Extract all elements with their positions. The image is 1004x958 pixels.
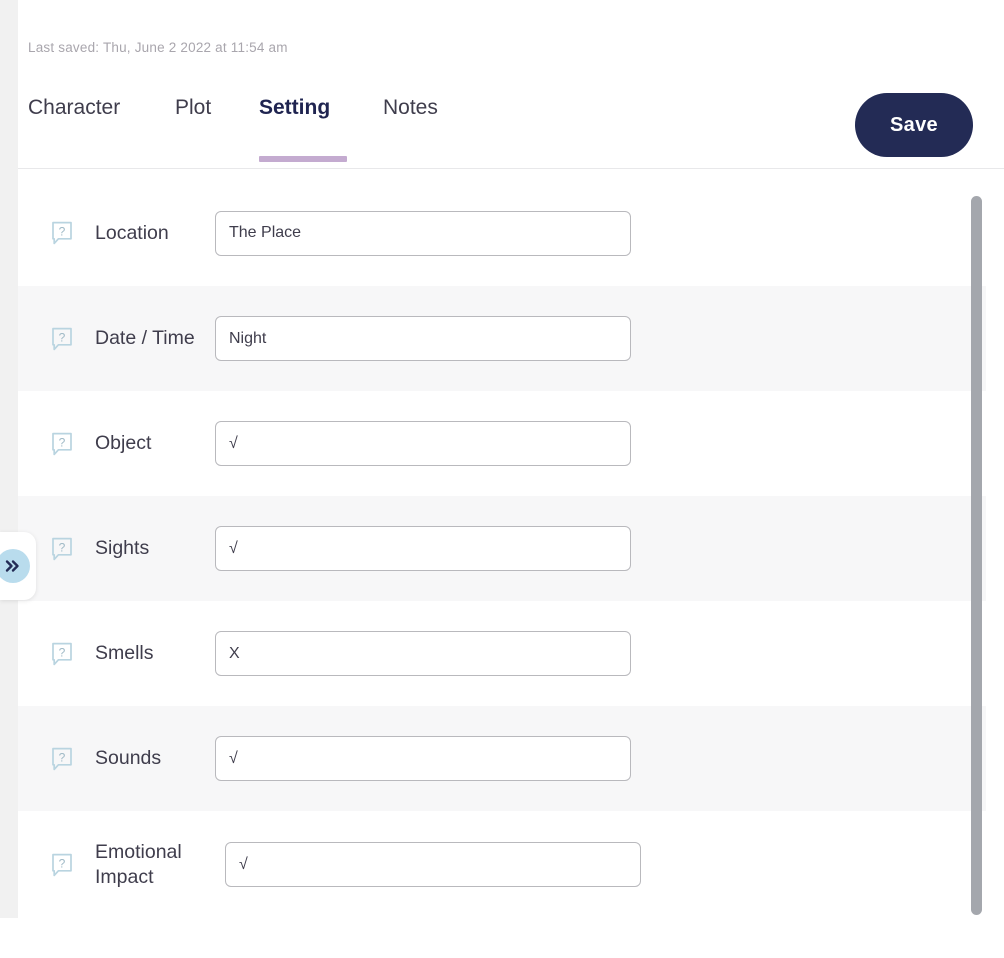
- last-saved-text: Last saved: Thu, June 2 2022 at 11:54 am: [28, 40, 288, 55]
- svg-text:?: ?: [59, 435, 66, 449]
- field-row: ? Smells: [18, 601, 986, 706]
- header-divider: [18, 168, 1004, 169]
- field-label: Sounds: [95, 747, 162, 770]
- help-question-bubble-icon[interactable]: ?: [51, 536, 73, 562]
- tab-notes[interactable]: Notes: [383, 96, 438, 126]
- field-input[interactable]: [215, 526, 631, 571]
- field-input[interactable]: [215, 316, 631, 361]
- field-input[interactable]: [215, 631, 631, 676]
- field-label: Emotional Impact: [95, 841, 182, 888]
- field-row: ? Date / Time: [18, 286, 986, 391]
- field-row: ? Emotional Impact: [18, 811, 986, 918]
- field-label: Object: [95, 432, 152, 455]
- field-input[interactable]: [215, 421, 631, 466]
- help-question-bubble-icon[interactable]: ?: [51, 220, 73, 246]
- field-input[interactable]: [215, 210, 631, 256]
- field-label: Date / Time: [95, 327, 195, 350]
- field-input[interactable]: [215, 736, 631, 781]
- svg-text:?: ?: [59, 540, 66, 554]
- setting-tab-page: Last saved: Thu, June 2 2022 at 11:54 am…: [0, 0, 1004, 958]
- tab-bar: Character Plot Setting Notes: [0, 96, 1004, 158]
- field-row: ? Sounds: [18, 706, 986, 811]
- sidebar-expand-handle-card: [0, 532, 36, 600]
- active-tab-underline: [259, 156, 347, 162]
- setting-fields-list: ? Location? Date / Time? Object? Sights? Smel…: [18, 180, 986, 918]
- svg-text:?: ?: [59, 225, 66, 239]
- left-gutter-bottom-filler: [0, 918, 18, 958]
- field-label: Sights: [95, 537, 150, 560]
- svg-text:?: ?: [59, 330, 66, 344]
- field-row: ? Location: [18, 180, 986, 286]
- help-question-bubble-icon[interactable]: ?: [51, 326, 73, 352]
- svg-text:?: ?: [59, 750, 66, 764]
- field-row: ? Object: [18, 391, 986, 496]
- svg-text:?: ?: [59, 856, 66, 870]
- help-question-bubble-icon[interactable]: ?: [51, 641, 73, 667]
- svg-text:?: ?: [59, 645, 66, 659]
- field-input[interactable]: [225, 842, 641, 887]
- field-label: Location: [95, 221, 169, 244]
- field-label: Smells: [95, 642, 154, 665]
- scrollbar-thumb[interactable]: [971, 196, 982, 915]
- save-button[interactable]: Save: [855, 93, 973, 157]
- tab-setting[interactable]: Setting: [259, 96, 330, 126]
- tab-character[interactable]: Character: [28, 96, 120, 126]
- field-row: ? Sights: [18, 496, 986, 601]
- left-gutter-strip: [0, 0, 18, 958]
- tab-plot[interactable]: Plot: [175, 96, 211, 126]
- help-question-bubble-icon[interactable]: ?: [51, 431, 73, 457]
- double-chevron-right-icon: [4, 558, 22, 574]
- help-question-bubble-icon[interactable]: ?: [51, 852, 73, 878]
- sidebar-expand-button[interactable]: [0, 549, 30, 583]
- help-question-bubble-icon[interactable]: ?: [51, 746, 73, 772]
